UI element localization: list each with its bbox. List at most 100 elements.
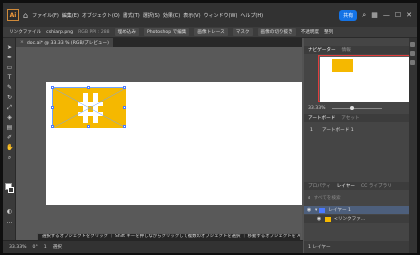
- resize-handle[interactable]: [87, 125, 90, 128]
- document-tab-title: doc.ai* @ 33.33 % (RGB/プレビュー): [26, 40, 109, 46]
- close-icon[interactable]: ✕: [406, 11, 412, 19]
- menu-effect[interactable]: 効果(C): [163, 12, 180, 19]
- opacity-label[interactable]: 不透明度: [301, 29, 319, 35]
- linked-image-selection[interactable]: [51, 86, 126, 128]
- tab-info[interactable]: 情報: [342, 47, 351, 53]
- close-tab-icon[interactable]: ×: [20, 40, 24, 45]
- resize-handle[interactable]: [51, 106, 54, 109]
- zoom-level[interactable]: 33.33%: [9, 245, 27, 250]
- selection-tool-icon[interactable]: ➤: [6, 44, 13, 51]
- menu-bar: Ai ⌂ ファイル(F) 編集(E) オブジェクト(O) 書式(T) 選択(S)…: [3, 3, 417, 27]
- linked-file-label[interactable]: リンクファイル: [9, 29, 41, 35]
- search-icon[interactable]: ⌕: [362, 11, 366, 20]
- artboard-name: アートボード 1: [322, 128, 354, 133]
- menu-window[interactable]: ウィンドウ(W): [204, 12, 238, 19]
- pen-tool-icon[interactable]: ✒: [6, 54, 13, 61]
- home-icon[interactable]: ⌂: [23, 11, 28, 20]
- artboard-number[interactable]: 1: [44, 245, 47, 250]
- resize-handle[interactable]: [123, 106, 126, 109]
- canvas-area[interactable]: [16, 47, 302, 240]
- layer-row[interactable]: ◉ ▾ レイヤー 1: [304, 206, 409, 214]
- layer-count: 1 レイヤー: [308, 245, 331, 250]
- tab-navigator[interactable]: ナビゲーター: [308, 47, 336, 53]
- control-bar: リンクファイル cshiarp.png RGB PPI : 288 埋め込み P…: [3, 27, 417, 38]
- shape-builder-icon[interactable]: ◈: [6, 114, 13, 121]
- scale-tool-icon[interactable]: ⤢: [6, 104, 13, 111]
- align-label[interactable]: 整列: [324, 29, 333, 35]
- resize-handle[interactable]: [123, 125, 126, 128]
- rectangle-tool-icon[interactable]: ▭: [6, 64, 13, 71]
- artboard-list-item[interactable]: 1 アートボード 1: [304, 126, 409, 134]
- status-bar: 33.33% 0° 1 選択: [3, 240, 303, 253]
- resize-handle[interactable]: [51, 86, 54, 89]
- crop-image-button[interactable]: 画像の切り抜き: [257, 28, 296, 36]
- stroke-color-swatch[interactable]: [8, 187, 14, 193]
- tools-panel: ➤ ✒ ▭ T ✎ ↻ ⤢ ◈ ▤ ✐ ✋ ⌕ ◐ ···: [3, 38, 16, 240]
- menu-file[interactable]: ファイル(F): [32, 12, 59, 19]
- resize-handle[interactable]: [51, 125, 54, 128]
- gradient-tool-icon[interactable]: ▤: [6, 124, 13, 131]
- embed-button[interactable]: 埋め込み: [114, 28, 139, 36]
- layer-search-input[interactable]: すべてを検索: [314, 195, 341, 201]
- brush-tool-icon[interactable]: ✎: [6, 84, 13, 91]
- document-tab-bar: × doc.ai* @ 33.33 % (RGB/プレビュー): [16, 38, 302, 47]
- menu-type[interactable]: 書式(T): [123, 12, 140, 19]
- layer-row[interactable]: ◉ <リンクファ...: [304, 215, 409, 223]
- artboards-panel-header: アートボード アセット: [304, 114, 409, 122]
- hash-symbol-icon: [53, 88, 126, 128]
- tab-cc-libraries[interactable]: CC ライブラリ: [361, 183, 392, 189]
- image-trace-button[interactable]: 画像トレース: [194, 28, 228, 36]
- workspace-icon[interactable]: ▦: [371, 11, 378, 19]
- zoom-tool-icon[interactable]: ⌕: [6, 154, 13, 161]
- layer-thumbnail: [325, 216, 331, 222]
- dock-panel-icon[interactable]: [410, 51, 415, 56]
- navigator-preview[interactable]: [318, 55, 412, 102]
- rotate-tool-icon[interactable]: ↻: [6, 94, 13, 101]
- hand-tool-icon[interactable]: ✋: [6, 144, 13, 151]
- tab-properties[interactable]: プロパティ: [308, 183, 331, 189]
- navigator-zoom-value[interactable]: 33.33%: [308, 106, 326, 111]
- resize-handle[interactable]: [123, 86, 126, 89]
- document-tab[interactable]: × doc.ai* @ 33.33 % (RGB/プレビュー): [16, 38, 113, 47]
- navigator-thumbnail-shape: [332, 59, 353, 72]
- minimize-icon[interactable]: —: [383, 11, 390, 19]
- menu-select[interactable]: 選択(S): [143, 12, 160, 19]
- zoom-slider-knob[interactable]: [349, 105, 354, 110]
- dock-panel-icon[interactable]: [410, 60, 415, 65]
- type-tool-icon[interactable]: T: [6, 74, 13, 81]
- menu-help[interactable]: ヘルプ(H): [240, 12, 263, 19]
- mask-button[interactable]: マスク: [232, 28, 253, 36]
- layer-color-swatch: [319, 207, 326, 213]
- menu-object[interactable]: オブジェクト(O): [82, 12, 120, 19]
- visibility-eye-icon[interactable]: ◉: [316, 216, 322, 222]
- right-panels: ナビゲーター 情報 33.33% アートボード アセット 1 アートボード 1 …: [304, 38, 417, 253]
- edit-toolbar-icon[interactable]: ···: [6, 220, 13, 227]
- tab-layers[interactable]: レイヤー: [337, 183, 355, 189]
- eyedropper-icon[interactable]: ✐: [6, 134, 13, 141]
- tab-assets[interactable]: アセット: [341, 115, 359, 121]
- navigator-artboard: [320, 57, 412, 102]
- layers-panel-footer: 1 レイヤー: [304, 241, 409, 253]
- tab-artboards[interactable]: アートボード: [308, 115, 335, 121]
- expand-arrow-icon[interactable]: ▾: [315, 208, 317, 213]
- illustrator-window: Ai ⌂ ファイル(F) 編集(E) オブジェクト(O) 書式(T) 選択(S)…: [3, 3, 417, 253]
- visibility-eye-icon[interactable]: ◉: [306, 207, 312, 213]
- menu-view[interactable]: 表示(V): [183, 12, 200, 19]
- layer-name: <リンクファ...: [334, 217, 366, 222]
- ppi-info: RGB PPI : 288: [78, 29, 110, 35]
- maximize-icon[interactable]: ☐: [395, 11, 401, 19]
- file-name[interactable]: cshiarp.png: [46, 30, 73, 35]
- layer-search: ⌕ すべてを検索: [304, 194, 409, 202]
- dock-panel-icon[interactable]: [410, 42, 415, 47]
- draw-mode-icon[interactable]: ◐: [6, 208, 13, 215]
- resize-handle[interactable]: [87, 86, 90, 89]
- artboard[interactable]: [46, 82, 302, 205]
- share-button[interactable]: 共有: [339, 9, 358, 21]
- menu-edit[interactable]: 編集(E): [62, 12, 79, 19]
- panel-dock: [409, 38, 417, 253]
- rotation-angle[interactable]: 0°: [33, 245, 38, 250]
- edit-in-photoshop-button[interactable]: Photoshop で編集: [144, 28, 190, 36]
- navigator-panel-header: ナビゲーター 情報: [304, 46, 409, 54]
- zoom-slider[interactable]: [331, 105, 382, 110]
- layer-name: レイヤー 1: [328, 208, 351, 213]
